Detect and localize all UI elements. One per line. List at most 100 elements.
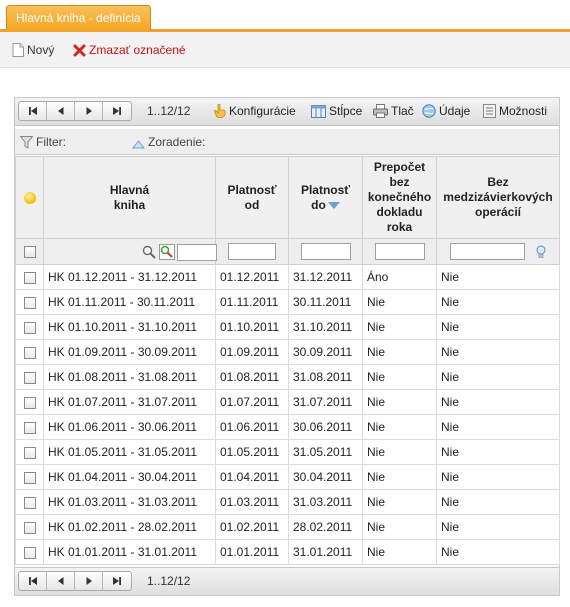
row-select-cell bbox=[15, 414, 44, 440]
row-select-cell bbox=[15, 539, 44, 565]
cell-noclosing: Nie bbox=[436, 414, 560, 440]
first-page-button-bottom[interactable] bbox=[19, 572, 47, 590]
filter-to-input[interactable] bbox=[300, 243, 351, 260]
sort-descending-icon bbox=[327, 201, 340, 209]
table-row[interactable]: HK 01.11.2011 - 30.11.2011 01.11.2011 30.1… bbox=[15, 289, 560, 315]
header-no-closing[interactable]: Bez medzizávierkových operácií bbox=[436, 156, 560, 239]
cell-recalc: Nie bbox=[362, 439, 437, 465]
row-select-cell bbox=[15, 314, 44, 340]
grid-panel: 1..12/12 Konfigurácie Stĺpce Tlač Údaje … bbox=[14, 97, 560, 596]
table-row[interactable]: HK 01.09.2011 - 30.09.2011 01.09.2011 30.0… bbox=[15, 339, 560, 365]
cell-noclosing: Nie bbox=[436, 339, 560, 365]
tab-general-ledger-definition[interactable]: Hlavná kniha - definícia bbox=[6, 5, 151, 30]
header-book[interactable]: Hlavná kniha bbox=[43, 156, 216, 239]
lightbulb-icon[interactable] bbox=[536, 245, 546, 259]
configurations-label: Konfigurácie bbox=[229, 104, 296, 118]
cell-from: 01.06.2011 bbox=[215, 414, 289, 440]
table-row[interactable]: HK 01.01.2011 - 31.01.2011 01.01.2011 31.0… bbox=[15, 539, 560, 565]
data-globe-icon bbox=[422, 104, 436, 121]
table-row[interactable]: HK 01.06.2011 - 30.06.2011 01.06.2011 30.0… bbox=[15, 414, 560, 440]
row-select-cell bbox=[15, 464, 44, 490]
cell-noclosing: Nie bbox=[436, 314, 560, 340]
cell-noclosing: Nie bbox=[436, 289, 560, 315]
delete-selected-button[interactable]: Zmazať označené bbox=[73, 42, 186, 58]
lookup-icon[interactable] bbox=[159, 243, 175, 260]
previous-page-button[interactable] bbox=[47, 102, 75, 120]
next-page-button-bottom[interactable] bbox=[75, 572, 103, 590]
header-status bbox=[15, 156, 44, 239]
row-checkbox[interactable] bbox=[23, 371, 36, 384]
sort-toggle[interactable]: Zoradenie: bbox=[131, 135, 205, 149]
filter-book-input[interactable] bbox=[177, 243, 217, 261]
filter-from-input[interactable] bbox=[228, 243, 276, 260]
magnifier-icon[interactable] bbox=[142, 245, 156, 259]
cell-to: 31.05.2011 bbox=[288, 439, 363, 465]
printer-icon bbox=[373, 104, 388, 121]
previous-page-button-bottom[interactable] bbox=[47, 572, 75, 590]
row-checkbox[interactable] bbox=[23, 446, 36, 459]
cell-recalc: Nie bbox=[362, 464, 437, 490]
table-row[interactable]: HK 01.02.2011 - 28.02.2011 01.02.2011 28.0… bbox=[15, 514, 560, 540]
header-recalc[interactable]: Prepočet bez konečného dokladu roka bbox=[362, 156, 437, 239]
filter-book-cell bbox=[43, 238, 217, 265]
table-row[interactable]: HK 01.05.2011 - 31.05.2011 01.05.2011 31.0… bbox=[15, 439, 560, 465]
options-button[interactable]: Možnosti bbox=[483, 104, 547, 121]
header-valid-from[interactable]: Platnosť od bbox=[215, 156, 289, 239]
header-noclosing-line3: operácií bbox=[474, 205, 522, 219]
row-checkbox[interactable] bbox=[23, 271, 36, 284]
row-checkbox[interactable] bbox=[23, 321, 36, 334]
cell-to: 31.03.2011 bbox=[288, 489, 363, 515]
row-select-cell bbox=[15, 514, 44, 540]
data-button[interactable]: Údaje bbox=[422, 104, 470, 121]
cell-from: 01.04.2011 bbox=[215, 464, 289, 490]
next-page-button[interactable] bbox=[75, 102, 103, 120]
columns-button[interactable]: Stĺpce bbox=[311, 104, 362, 121]
cell-recalc: Nie bbox=[362, 389, 437, 415]
last-page-button-bottom[interactable] bbox=[103, 572, 131, 590]
filter-label: Filter: bbox=[36, 135, 66, 149]
table-row[interactable]: HK 01.08.2011 - 31.08.2011 01.08.2011 31.0… bbox=[15, 364, 560, 390]
cell-recalc: Nie bbox=[362, 514, 437, 540]
row-checkbox[interactable] bbox=[23, 296, 36, 309]
filter-toggle[interactable]: Filter: bbox=[19, 135, 66, 149]
filter-noclosing-input[interactable] bbox=[450, 243, 525, 260]
header-from-line1: Platnosť bbox=[227, 182, 277, 197]
last-page-button[interactable] bbox=[103, 102, 131, 120]
filter-recalc-input[interactable] bbox=[374, 243, 425, 260]
cell-from: 01.12.2011 bbox=[215, 264, 289, 290]
table-row[interactable]: HK 01.04.2011 - 30.04.2011 01.04.2011 30.0… bbox=[15, 464, 560, 490]
row-checkbox[interactable] bbox=[23, 396, 36, 409]
filter-row bbox=[15, 238, 560, 265]
header-valid-to[interactable]: Platnosť do bbox=[288, 156, 363, 239]
cell-from: 01.02.2011 bbox=[215, 514, 289, 540]
table-row[interactable]: HK 01.07.2011 - 31.07.2011 01.07.2011 31.0… bbox=[15, 389, 560, 415]
print-button[interactable]: Tlač bbox=[373, 104, 414, 121]
table-row[interactable]: HK 01.03.2011 - 31.03.2011 01.03.2011 31.0… bbox=[15, 489, 560, 515]
cell-from: 01.11.2011 bbox=[215, 289, 289, 315]
table-row[interactable]: HK 01.12.2011 - 31.12.2011 01.12.2011 31.1… bbox=[15, 264, 560, 290]
row-select-cell bbox=[15, 289, 44, 315]
select-all-checkbox[interactable] bbox=[23, 246, 36, 259]
row-checkbox[interactable] bbox=[23, 471, 36, 484]
row-checkbox[interactable] bbox=[23, 521, 36, 534]
status-circle-icon bbox=[23, 191, 36, 204]
last-page-icon bbox=[113, 107, 121, 115]
cell-book: HK 01.12.2011 - 31.12.2011 bbox=[43, 264, 216, 290]
row-checkbox[interactable] bbox=[23, 346, 36, 359]
row-checkbox[interactable] bbox=[23, 496, 36, 509]
pager-buttons bbox=[18, 101, 132, 121]
row-checkbox[interactable] bbox=[23, 546, 36, 559]
row-checkbox[interactable] bbox=[23, 421, 36, 434]
cell-noclosing: Nie bbox=[436, 439, 560, 465]
first-page-button[interactable] bbox=[19, 102, 47, 120]
new-button[interactable]: Nový bbox=[12, 42, 54, 58]
header-book-line1: Hlavná bbox=[109, 182, 150, 197]
table-row[interactable]: HK 01.10.2011 - 31.10.2011 01.10.2011 31.1… bbox=[15, 314, 560, 340]
configurations-button[interactable]: Konfigurácie bbox=[213, 103, 296, 121]
cell-recalc: Nie bbox=[362, 539, 437, 565]
cell-noclosing: Nie bbox=[436, 489, 560, 515]
cell-to: 28.02.2011 bbox=[288, 514, 363, 540]
cell-noclosing: Nie bbox=[436, 464, 560, 490]
row-select-cell bbox=[15, 489, 44, 515]
grid-toolbar-bottom: 1..12/12 bbox=[15, 567, 559, 595]
